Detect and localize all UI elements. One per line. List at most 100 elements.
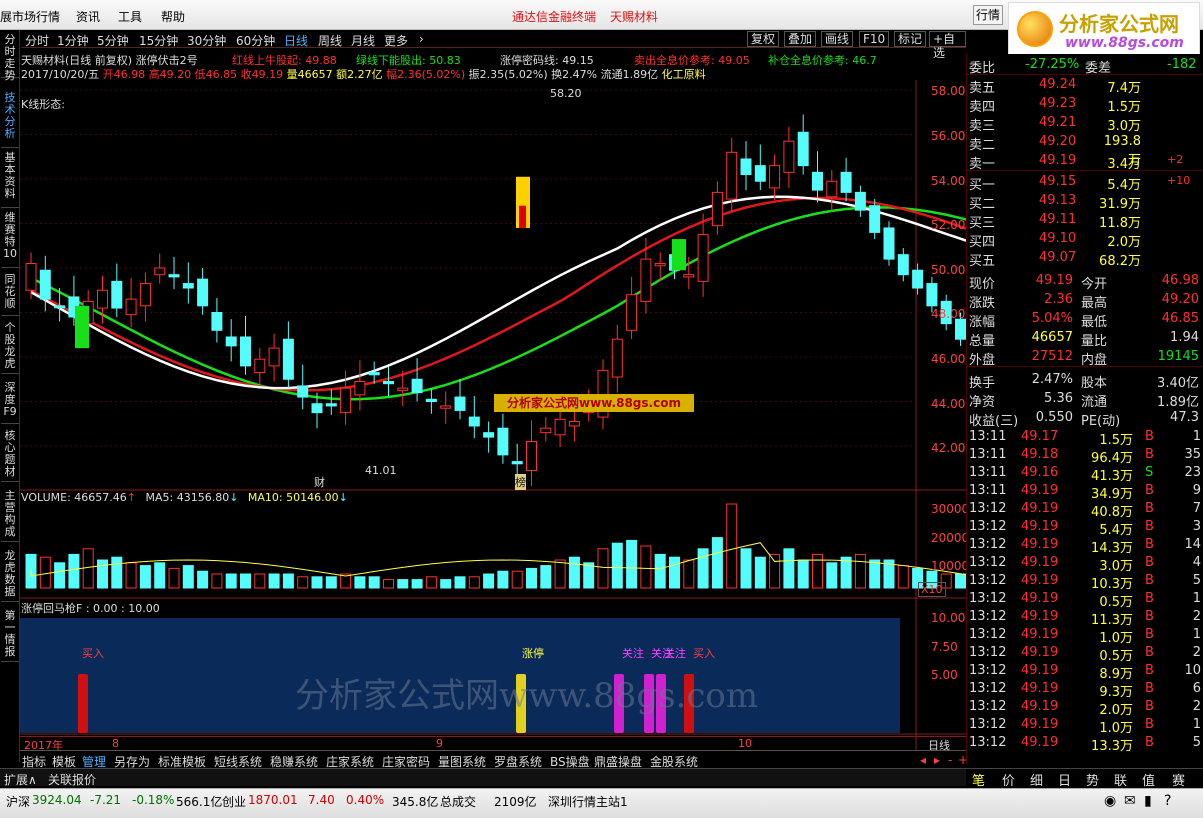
ask-row: 卖一 49.19 3.4万 +2: [967, 152, 1203, 172]
restore-rights-button[interactable]: 复权: [747, 31, 780, 47]
list-marker: 榜: [515, 474, 526, 490]
volume-bar: [311, 576, 323, 589]
left-tab-intel[interactable]: 第一情报: [1, 610, 19, 662]
candle: [139, 283, 151, 307]
volume-bar: [797, 559, 809, 589]
f10-button[interactable]: F10: [859, 31, 890, 47]
draw-button[interactable]: 画线: [821, 31, 854, 47]
candle: [111, 280, 123, 309]
y-tick: 50.00: [931, 263, 966, 277]
quote-button[interactable]: 行情: [973, 5, 1003, 25]
period-30min[interactable]: 30分钟: [187, 32, 226, 49]
add-watchlist-button[interactable]: +自选: [929, 31, 966, 60]
mark-button[interactable]: 标记: [894, 31, 927, 47]
volume-bar: [254, 573, 266, 589]
left-tab-vsat[interactable]: 维赛特10: [1, 212, 19, 268]
rtab-detail[interactable]: 细: [1030, 770, 1043, 789]
rtab-trades[interactable]: 笔: [972, 770, 985, 789]
left-tab-technical[interactable]: 技术分析: [1, 92, 19, 148]
menu-help[interactable]: 帮助: [161, 8, 185, 25]
candle: [425, 398, 437, 402]
bid-row: 买三 49.11 11.8万: [967, 211, 1203, 231]
tick-row: 13:12 49.19 9.3万 B 6: [969, 681, 1201, 700]
volume-bar: [483, 573, 495, 589]
candle: [268, 347, 280, 367]
candle: [211, 312, 223, 331]
period-daily[interactable]: 日线: [284, 32, 308, 49]
related-quote-button[interactable]: 关联报价: [48, 771, 96, 788]
level-label: 卖一: [969, 157, 996, 172]
signal-bar: [78, 674, 88, 733]
period-weekly[interactable]: 周线: [318, 32, 342, 49]
candle: [611, 338, 623, 378]
menu-market[interactable]: 展市场行情: [0, 8, 60, 25]
volume-bar: [669, 556, 680, 589]
period-intraday[interactable]: 分时: [25, 32, 49, 49]
tick-row: 13:12 49.19 13.3万 B 5: [969, 735, 1201, 754]
menu-news[interactable]: 资讯: [76, 8, 100, 25]
ind-y-tick: 5.00: [931, 668, 958, 682]
signal-block: [519, 205, 526, 228]
period-15min[interactable]: 15分钟: [139, 32, 178, 49]
volume-bar: [754, 556, 766, 589]
rtab-link[interactable]: 联: [1114, 770, 1127, 789]
candle: [125, 298, 137, 316]
level-volume: 11.8万: [1099, 216, 1141, 231]
candle: [697, 234, 709, 282]
signal-watch-label: 关注: [664, 647, 686, 660]
arrow-left-icon[interactable]: ◂: [920, 753, 926, 767]
overlay-button[interactable]: 叠加: [784, 31, 817, 47]
volume-bar: [497, 570, 509, 589]
volume-bar: [554, 559, 566, 589]
indicator-title: 涨停回马枪F : 0.00 : 10.00: [21, 602, 160, 615]
left-tab-f9[interactable]: 深度F9: [1, 382, 19, 424]
help-icon[interactable]: ?: [1164, 793, 1171, 809]
zoom-out-icon[interactable]: -: [948, 753, 952, 767]
rtab-trend[interactable]: 势: [1086, 770, 1099, 789]
level-change: +10: [1167, 174, 1191, 187]
bid-row: 买二 49.13 31.9万: [967, 192, 1203, 212]
left-tab-intraday[interactable]: 分时走势: [1, 34, 19, 82]
left-tab-core[interactable]: 核心题材: [1, 430, 19, 482]
signal-watch-label: 关注: [622, 647, 644, 660]
period-1min[interactable]: 1分钟: [57, 32, 89, 49]
rtab-value[interactable]: 值: [1142, 770, 1155, 789]
period-5min[interactable]: 5分钟: [97, 32, 129, 49]
signal-icon[interactable]: ▮: [1144, 793, 1152, 809]
level-label: 卖二: [969, 138, 996, 153]
candle: [883, 227, 895, 260]
rtab-price[interactable]: 价: [1002, 770, 1015, 789]
sh-index: 3924.04: [32, 793, 82, 807]
level-price: 49.10: [1039, 231, 1077, 246]
x-axis: 2017年 8 9 10 日线: [20, 736, 966, 752]
left-tab-ths[interactable]: 同花顺: [1, 274, 19, 316]
candle: [511, 461, 523, 465]
sound-icon[interactable]: ◉: [1104, 793, 1116, 809]
message-icon[interactable]: ✉: [1124, 793, 1136, 809]
site-logo: 分析家公式网 www.88gs.com: [1008, 2, 1200, 56]
chevron-right-icon[interactable]: ›: [419, 32, 424, 46]
total-amount: 2109亿: [494, 795, 537, 809]
volume-bar: [154, 562, 166, 589]
left-tab-lhdata[interactable]: 龙虎数据: [1, 550, 19, 602]
period-monthly[interactable]: 月线: [351, 32, 375, 49]
y-tick: 46.00: [931, 352, 966, 366]
rtab-race[interactable]: 赛: [1172, 770, 1185, 789]
candle: [383, 380, 394, 385]
expand-button[interactable]: 扩展∧: [4, 771, 37, 788]
level-volume: 68.2万: [1099, 254, 1141, 269]
menu-tools[interactable]: 工具: [118, 8, 142, 25]
period-more[interactable]: 更多: [384, 32, 408, 49]
candle: [311, 403, 323, 414]
cy-label: 创业: [222, 795, 247, 809]
level-price: 49.19: [1039, 153, 1077, 168]
period-60min[interactable]: 60分钟: [236, 32, 275, 49]
quote-row: 外盘 27512 内盘 19145: [967, 348, 1203, 368]
arrow-right-icon[interactable]: ▸: [934, 753, 940, 767]
left-tab-business[interactable]: 主营构成: [1, 490, 19, 542]
volume-bar: [783, 548, 795, 589]
left-tab-fundamentals[interactable]: 基本资料: [1, 152, 19, 208]
rtab-day[interactable]: 日: [1058, 770, 1071, 789]
left-tab-dragon[interactable]: 个股龙虎: [1, 322, 19, 374]
vol-y-tick: 20000: [931, 531, 970, 545]
